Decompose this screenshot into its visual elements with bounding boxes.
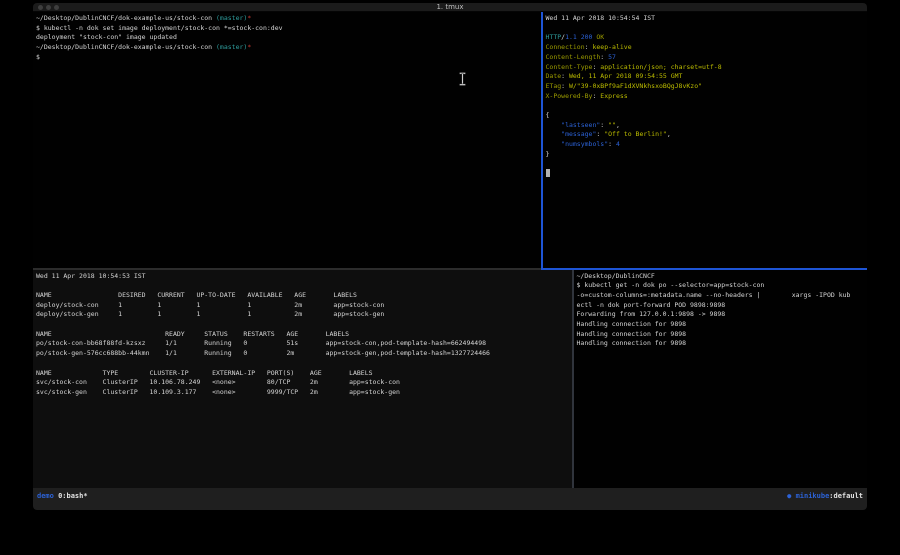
- terminal-line: deploy/stock-con 1 1 1 1 2m app=stock-co…: [36, 301, 572, 311]
- terminal-line: Connection: keep-alive: [546, 43, 868, 53]
- terminal-line: Handling connection for 9898: [577, 330, 868, 340]
- terminal-pane-kubectl-watch[interactable]: Wed 11 Apr 2018 10:54:53 IST NAME DESIRE…: [33, 270, 572, 489]
- screen-background: 1. tmux ~/Desktop/DublinCNCF/dok-example…: [0, 0, 900, 555]
- terminal-line: Handling connection for 9898: [577, 320, 868, 330]
- terminal-line: [546, 101, 868, 111]
- terminal-line: }: [546, 150, 868, 160]
- terminal-pane-http-response[interactable]: Wed 11 Apr 2018 10:54:54 IST HTTP/1.1 20…: [543, 12, 868, 268]
- terminal-line: ~/Desktop/DublinCNCF/dok-example-us/stoc…: [36, 43, 541, 53]
- terminal-line: NAME READY STATUS RESTARTS AGE LABELS: [36, 330, 572, 340]
- session-name: demo: [37, 491, 58, 510]
- pane-divider-horizontal-right-active[interactable]: [541, 268, 867, 270]
- terminal-line: Content-Type: application/json; charset=…: [546, 63, 868, 73]
- terminal-line: svc/stock-con ClusterIP 10.106.78.249 <n…: [36, 378, 572, 388]
- terminal-line: $: [36, 53, 541, 63]
- kubernetes-icon: ●: [787, 491, 795, 510]
- terminal-window: 1. tmux ~/Desktop/DublinCNCF/dok-example…: [33, 3, 867, 510]
- terminal-line: {: [546, 111, 868, 121]
- terminal-line: ETag: W/"39-0xBPf9aF1dXVNkhsxoBQgJ8vKzo": [546, 82, 868, 92]
- terminal-line: [546, 160, 868, 170]
- terminal-line: deploy/stock-gen 1 1 1 1 2m app=stock-ge…: [36, 310, 572, 320]
- terminal-line: NAME DESIRED CURRENT UP-TO-DATE AVAILABL…: [36, 291, 572, 301]
- pane-divider-horizontal-left[interactable]: [33, 268, 541, 270]
- terminal-line: HTTP/1.1 200 OK: [546, 33, 868, 43]
- terminal-line: Wed 11 Apr 2018 10:54:54 IST: [546, 14, 868, 24]
- terminal-line: Content-Length: 57: [546, 53, 868, 63]
- terminal-line: ectl -n dok port-forward POD 9898:9898: [577, 301, 868, 311]
- terminal-line: "numsymbols": 4: [546, 140, 868, 150]
- terminal-line: Forwarding from 127.0.0.1:9898 -> 9898: [577, 310, 868, 320]
- terminal-pane-port-forward[interactable]: ~/Desktop/DublinCNCF$ kubectl get -n dok…: [574, 270, 868, 489]
- terminal-line: [36, 359, 572, 369]
- tmux-status-bar: demo 0:bash* ● minikube:default: [33, 488, 867, 510]
- window-list-item[interactable]: 0:bash*: [58, 491, 88, 510]
- terminal-line: [36, 281, 572, 291]
- terminal-line: deployment "stock-con" image updated: [36, 33, 541, 43]
- pane-divider-vertical-top[interactable]: [541, 12, 543, 268]
- terminal-line: [36, 320, 572, 330]
- terminal-line: Date: Wed, 11 Apr 2018 09:54:55 GMT: [546, 72, 868, 82]
- terminal-line: X-Powered-By: Express: [546, 92, 868, 102]
- terminal-line: $ kubectl -n dok set image deployment/st…: [36, 24, 541, 34]
- window-title: 1. tmux: [33, 3, 867, 12]
- pane-divider-vertical-bottom[interactable]: [572, 270, 574, 489]
- terminal-line: po/stock-gen-576cc688bb-44kmn 1/1 Runnin…: [36, 349, 572, 359]
- terminal-line: svc/stock-gen ClusterIP 10.109.3.177 <no…: [36, 388, 572, 398]
- terminal-line: "message": "Off to Berlin!",: [546, 130, 868, 140]
- terminal-line: NAME TYPE CLUSTER-IP EXTERNAL-IP PORT(S)…: [36, 369, 572, 379]
- terminal-line: po/stock-con-bb68f88fd-kzsxz 1/1 Running…: [36, 339, 572, 349]
- terminal-line: ~/Desktop/DublinCNCF: [577, 272, 868, 282]
- terminal-line: ~/Desktop/DublinCNCF/dok-example-us/stoc…: [36, 14, 541, 24]
- block-cursor: [546, 169, 550, 177]
- kube-context: minikube: [796, 491, 830, 510]
- terminal-line: Handling connection for 9898: [577, 339, 868, 349]
- terminal-line: Wed 11 Apr 2018 10:54:53 IST: [36, 272, 572, 282]
- terminal-line: [546, 24, 868, 34]
- kube-namespace: :default: [829, 491, 863, 510]
- terminal-line: $ kubectl get -n dok po --selector=app=s…: [577, 281, 868, 291]
- text-ibeam-cursor: [459, 72, 466, 86]
- terminal-line: "lastseen": "",: [546, 121, 868, 131]
- terminal-line: -o=custom-columns=:metadata.name --no-he…: [577, 291, 868, 301]
- terminal-pane-shell[interactable]: ~/Desktop/DublinCNCF/dok-example-us/stoc…: [33, 12, 541, 268]
- terminal-line: [546, 169, 868, 179]
- title-bar[interactable]: 1. tmux: [33, 3, 867, 12]
